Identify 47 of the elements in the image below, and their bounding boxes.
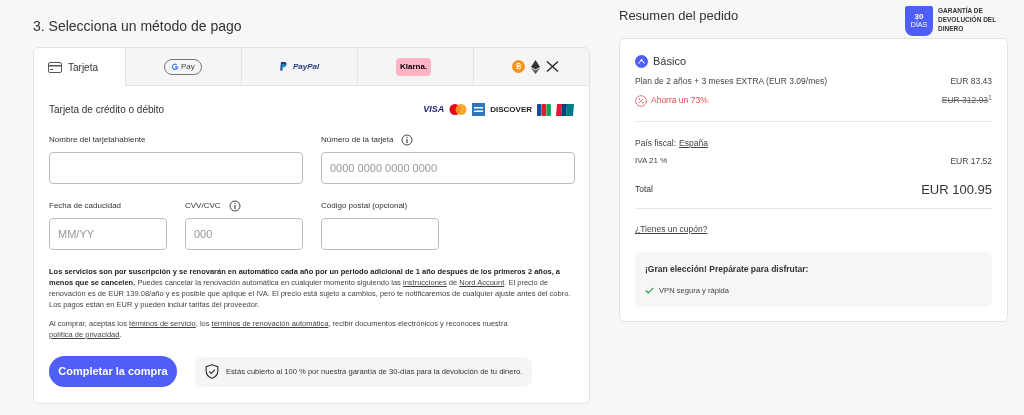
input-field[interactable]: 000	[185, 218, 303, 250]
payment-tab[interactable]: PayPal	[241, 48, 357, 86]
shield-check-icon	[205, 364, 219, 379]
field-label: CVV/CVC	[185, 200, 221, 212]
card-section-title: Tarjeta de crédito o débito	[49, 103, 165, 117]
total-label: Total	[635, 182, 653, 196]
x-logo-icon	[546, 61, 559, 72]
payment-tab[interactable]: Pay	[125, 48, 241, 86]
tax-amount: EUR 17.52	[950, 154, 992, 168]
field-label: Nombre del tarjetahabiente	[49, 134, 146, 146]
credit-card-icon	[48, 61, 62, 73]
country-link[interactable]: España	[679, 137, 708, 150]
summary-title: Resumen del pedido	[619, 7, 739, 25]
logo-icon	[635, 54, 648, 68]
discover-logo: DISCOVER	[490, 103, 532, 116]
field-label: Fecha de caducidad	[49, 200, 122, 212]
input-field[interactable]	[49, 152, 303, 184]
plan-description: Plan de 2 años + 3 meses EXTRA (EUR 3.09/mes)	[635, 74, 828, 88]
complete-purchase-button[interactable]: Completar la compra	[49, 356, 177, 387]
field-label: Número de la tarjeta	[321, 134, 394, 146]
paypal-logo-icon	[280, 62, 287, 71]
check-icon	[645, 286, 654, 294]
g-logo-icon	[171, 62, 179, 71]
total-amount: EUR 100.95	[921, 180, 992, 199]
badge-days: 30	[914, 13, 924, 21]
payment-tab[interactable]: Klarna.	[357, 48, 473, 86]
tax-label: IVA 21 %	[635, 154, 668, 167]
field-label: Código postal (opcional)	[321, 200, 408, 212]
plan-price: EUR 83.43	[950, 74, 992, 88]
unionpay-logo-icon	[556, 103, 574, 116]
perks-title: ¡Gran elección! Prepárate para disfrutar:	[645, 262, 810, 276]
mastercard-logo-icon	[449, 104, 468, 115]
country-label: País fiscal:	[635, 137, 677, 150]
visa-logo: VISA	[423, 102, 445, 116]
coupon-link[interactable]: ¿Tienes un cupón?	[635, 223, 708, 236]
input-field[interactable]: MM/YY	[49, 218, 167, 250]
payment-tab[interactable]	[473, 48, 589, 86]
bitcoin-icon	[512, 60, 525, 73]
section-heading: 3. Selecciona un método de pago	[33, 17, 243, 36]
old-price: EUR 312.93	[941, 94, 989, 107]
jcb-logo-icon	[537, 103, 551, 116]
discount-icon	[635, 94, 647, 107]
saving-text: Ahorra un 73%	[651, 94, 708, 107]
input-field[interactable]: 0000 0000 0000 0000	[321, 152, 575, 184]
plan-name: Básico	[653, 54, 687, 69]
ethereum-icon	[531, 59, 540, 74]
input-field[interactable]	[321, 218, 439, 250]
